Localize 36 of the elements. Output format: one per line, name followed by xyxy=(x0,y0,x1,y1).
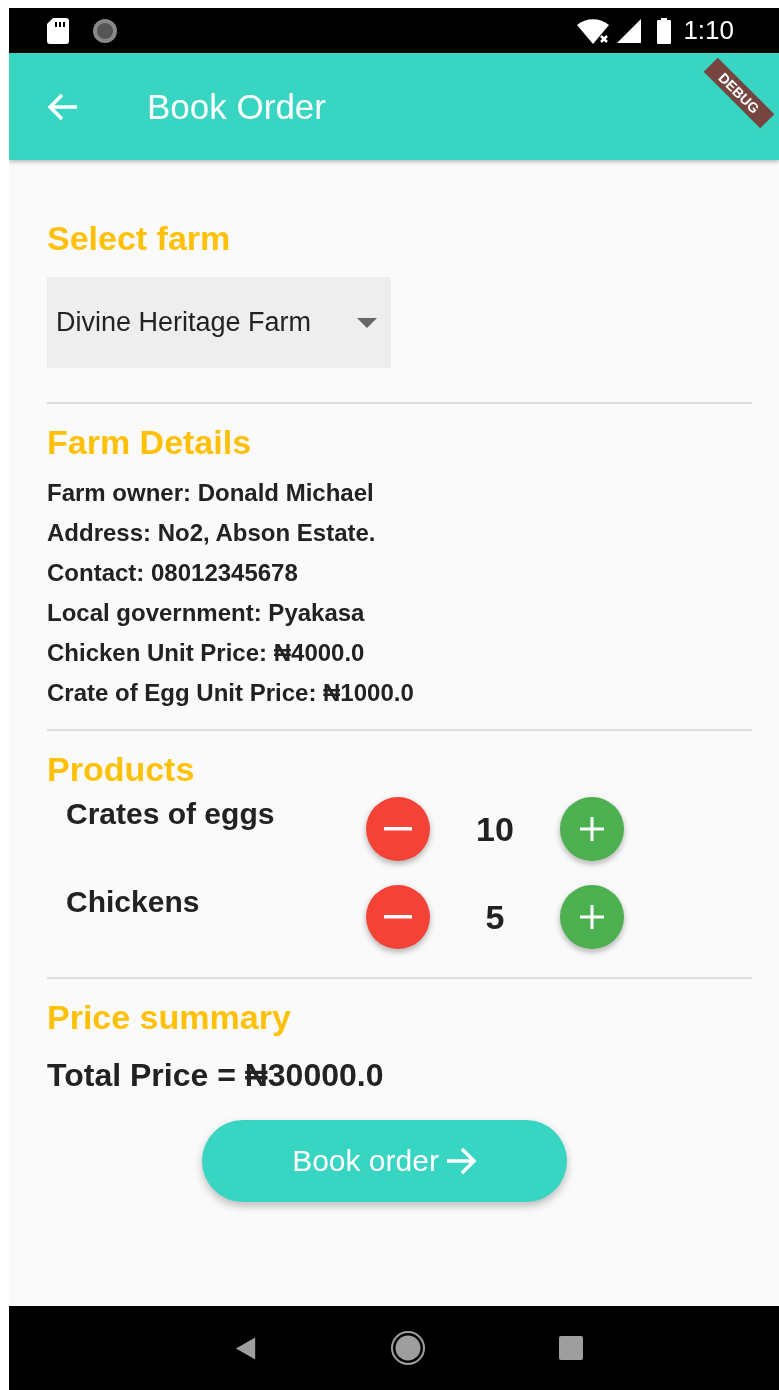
total-price: Total Price = ₦30000.0 xyxy=(47,1057,385,1094)
sd-card-icon xyxy=(47,17,69,44)
recents-icon[interactable] xyxy=(558,1336,583,1360)
clock-time: 1:10 xyxy=(683,15,734,46)
signal-icon xyxy=(617,18,642,43)
home-icon[interactable] xyxy=(390,1330,426,1366)
section-heading: Farm Details xyxy=(47,422,253,462)
increase-button[interactable] xyxy=(560,885,624,949)
plus-icon xyxy=(577,902,607,932)
plus-icon xyxy=(577,814,607,844)
battery-icon xyxy=(657,17,672,44)
section-heading: Price summary xyxy=(47,997,292,1037)
farm-detail-text: Chicken Unit Price: ₦4000.0 xyxy=(47,638,366,667)
quantity-value: 5 xyxy=(484,897,506,937)
farm-detail-text: Farm owner: Donald Michael xyxy=(47,478,375,507)
section-heading: Products xyxy=(47,749,196,789)
back-triangle-icon[interactable] xyxy=(235,1335,258,1361)
product-name: Chickens xyxy=(66,885,201,919)
wifi-icon xyxy=(577,17,612,44)
minus-icon xyxy=(384,827,412,831)
caret-icon xyxy=(357,317,377,328)
decrease-button[interactable] xyxy=(366,885,430,949)
farm-dropdown[interactable]: Divine Heritage Farm xyxy=(47,277,391,368)
product-name: Crates of eggs xyxy=(66,797,276,831)
loading-icon xyxy=(91,16,119,45)
section-heading: Select farm xyxy=(47,218,232,258)
decrease-button[interactable] xyxy=(366,797,430,861)
arrow-icon xyxy=(444,1147,477,1175)
farm-detail-text: Address: No2, Abson Estate. xyxy=(47,518,377,547)
screen-title: Book Order xyxy=(147,86,326,127)
farm-detail-text: Crate of Egg Unit Price: ₦1000.0 xyxy=(47,678,415,707)
increase-button[interactable] xyxy=(560,797,624,861)
minus-icon xyxy=(384,915,412,919)
quantity-value: 10 xyxy=(475,809,515,849)
farm-detail-text: Contact: 08012345678 xyxy=(47,558,299,587)
farm-detail-text: Local government: Pyakasa xyxy=(47,598,366,627)
